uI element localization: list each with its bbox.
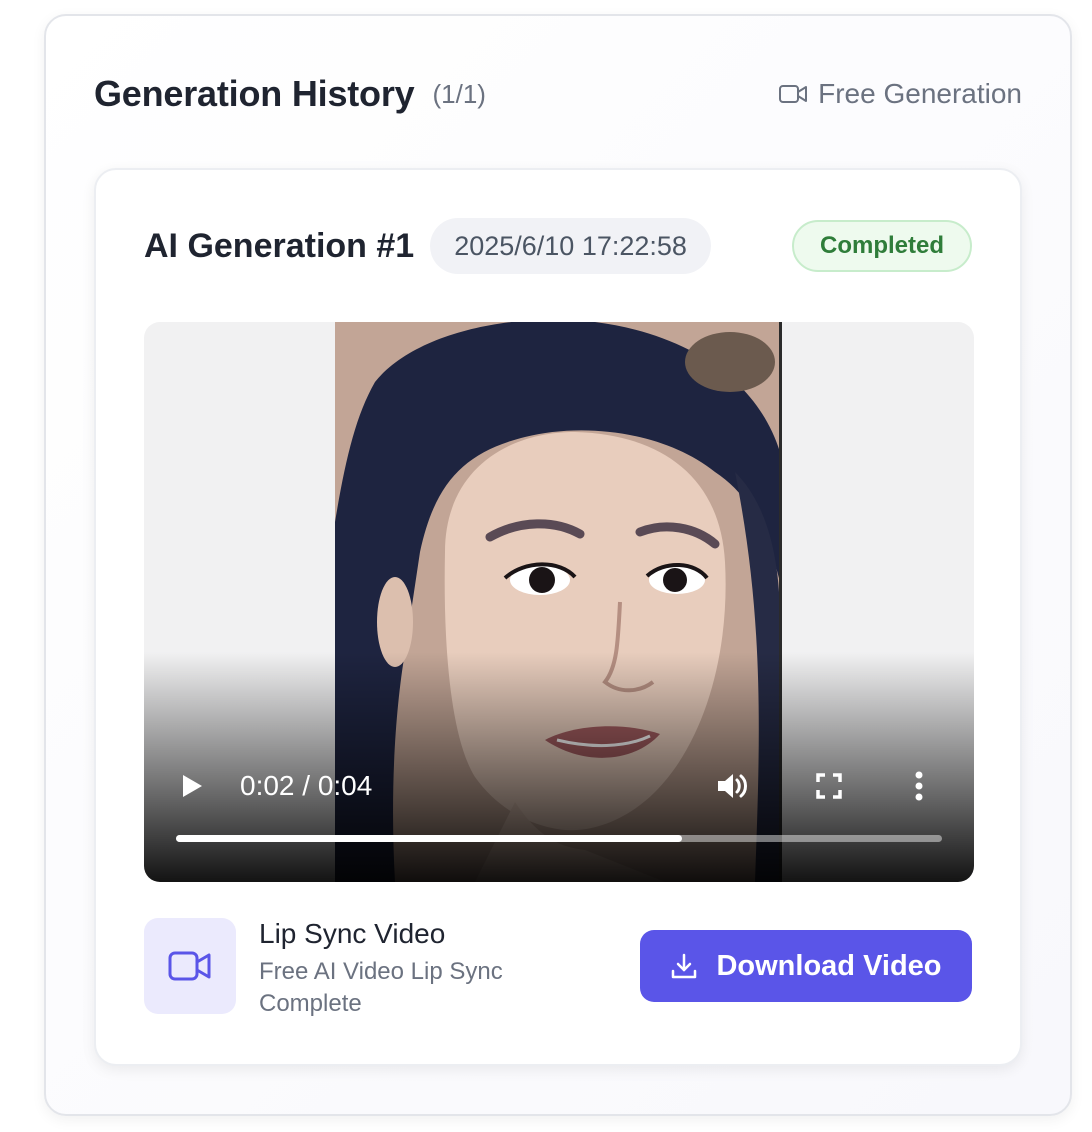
history-header: Generation History (1/1) Free Generation <box>94 72 1022 116</box>
player-controls-overlay <box>144 652 974 882</box>
video-player[interactable]: 0:02 / 0:04 <box>144 322 974 882</box>
download-video-button[interactable]: Download Video <box>640 930 972 1002</box>
fullscreen-icon <box>816 773 842 799</box>
generation-title: AI Generation #1 <box>144 226 415 265</box>
free-generation-label: Free Generation <box>778 78 1022 110</box>
result-description: Free AI Video Lip Sync Complete <box>259 958 503 1017</box>
history-title: Generation History <box>94 73 415 114</box>
download-icon <box>672 953 697 979</box>
more-options-button[interactable] <box>914 768 924 804</box>
video-camera-icon <box>168 951 211 981</box>
play-button[interactable] <box>180 768 204 804</box>
history-count: (1/1) <box>432 78 486 109</box>
generation-card: AI Generation #1 2025/6/10 17:22:58 Comp… <box>94 168 1022 1066</box>
result-row: Lip Sync Video Free AI Video Lip Sync Co… <box>144 918 972 1018</box>
fullscreen-button[interactable] <box>816 768 842 804</box>
volume-button[interactable] <box>716 768 750 804</box>
free-generation-text: Free Generation <box>818 78 1022 109</box>
play-icon <box>183 775 202 797</box>
video-camera-icon <box>779 85 808 103</box>
video-thumbnail <box>144 918 236 1014</box>
generation-timestamp: 2025/6/10 17:22:58 <box>430 218 711 274</box>
download-video-label: Download Video <box>716 949 942 982</box>
generation-history-panel: Generation History (1/1) Free Generation… <box>44 14 1072 1116</box>
status-badge: Completed <box>791 220 972 272</box>
playback-time: 0:02 / 0:04 <box>240 770 373 801</box>
progress-bar[interactable] <box>176 835 942 842</box>
generation-card-header: AI Generation #1 2025/6/10 17:22:58 Comp… <box>144 218 972 274</box>
progress-bar-fill <box>176 835 682 842</box>
volume-icon <box>718 774 747 798</box>
result-name: Lip Sync Video <box>259 918 446 949</box>
more-vertical-icon <box>915 771 923 801</box>
